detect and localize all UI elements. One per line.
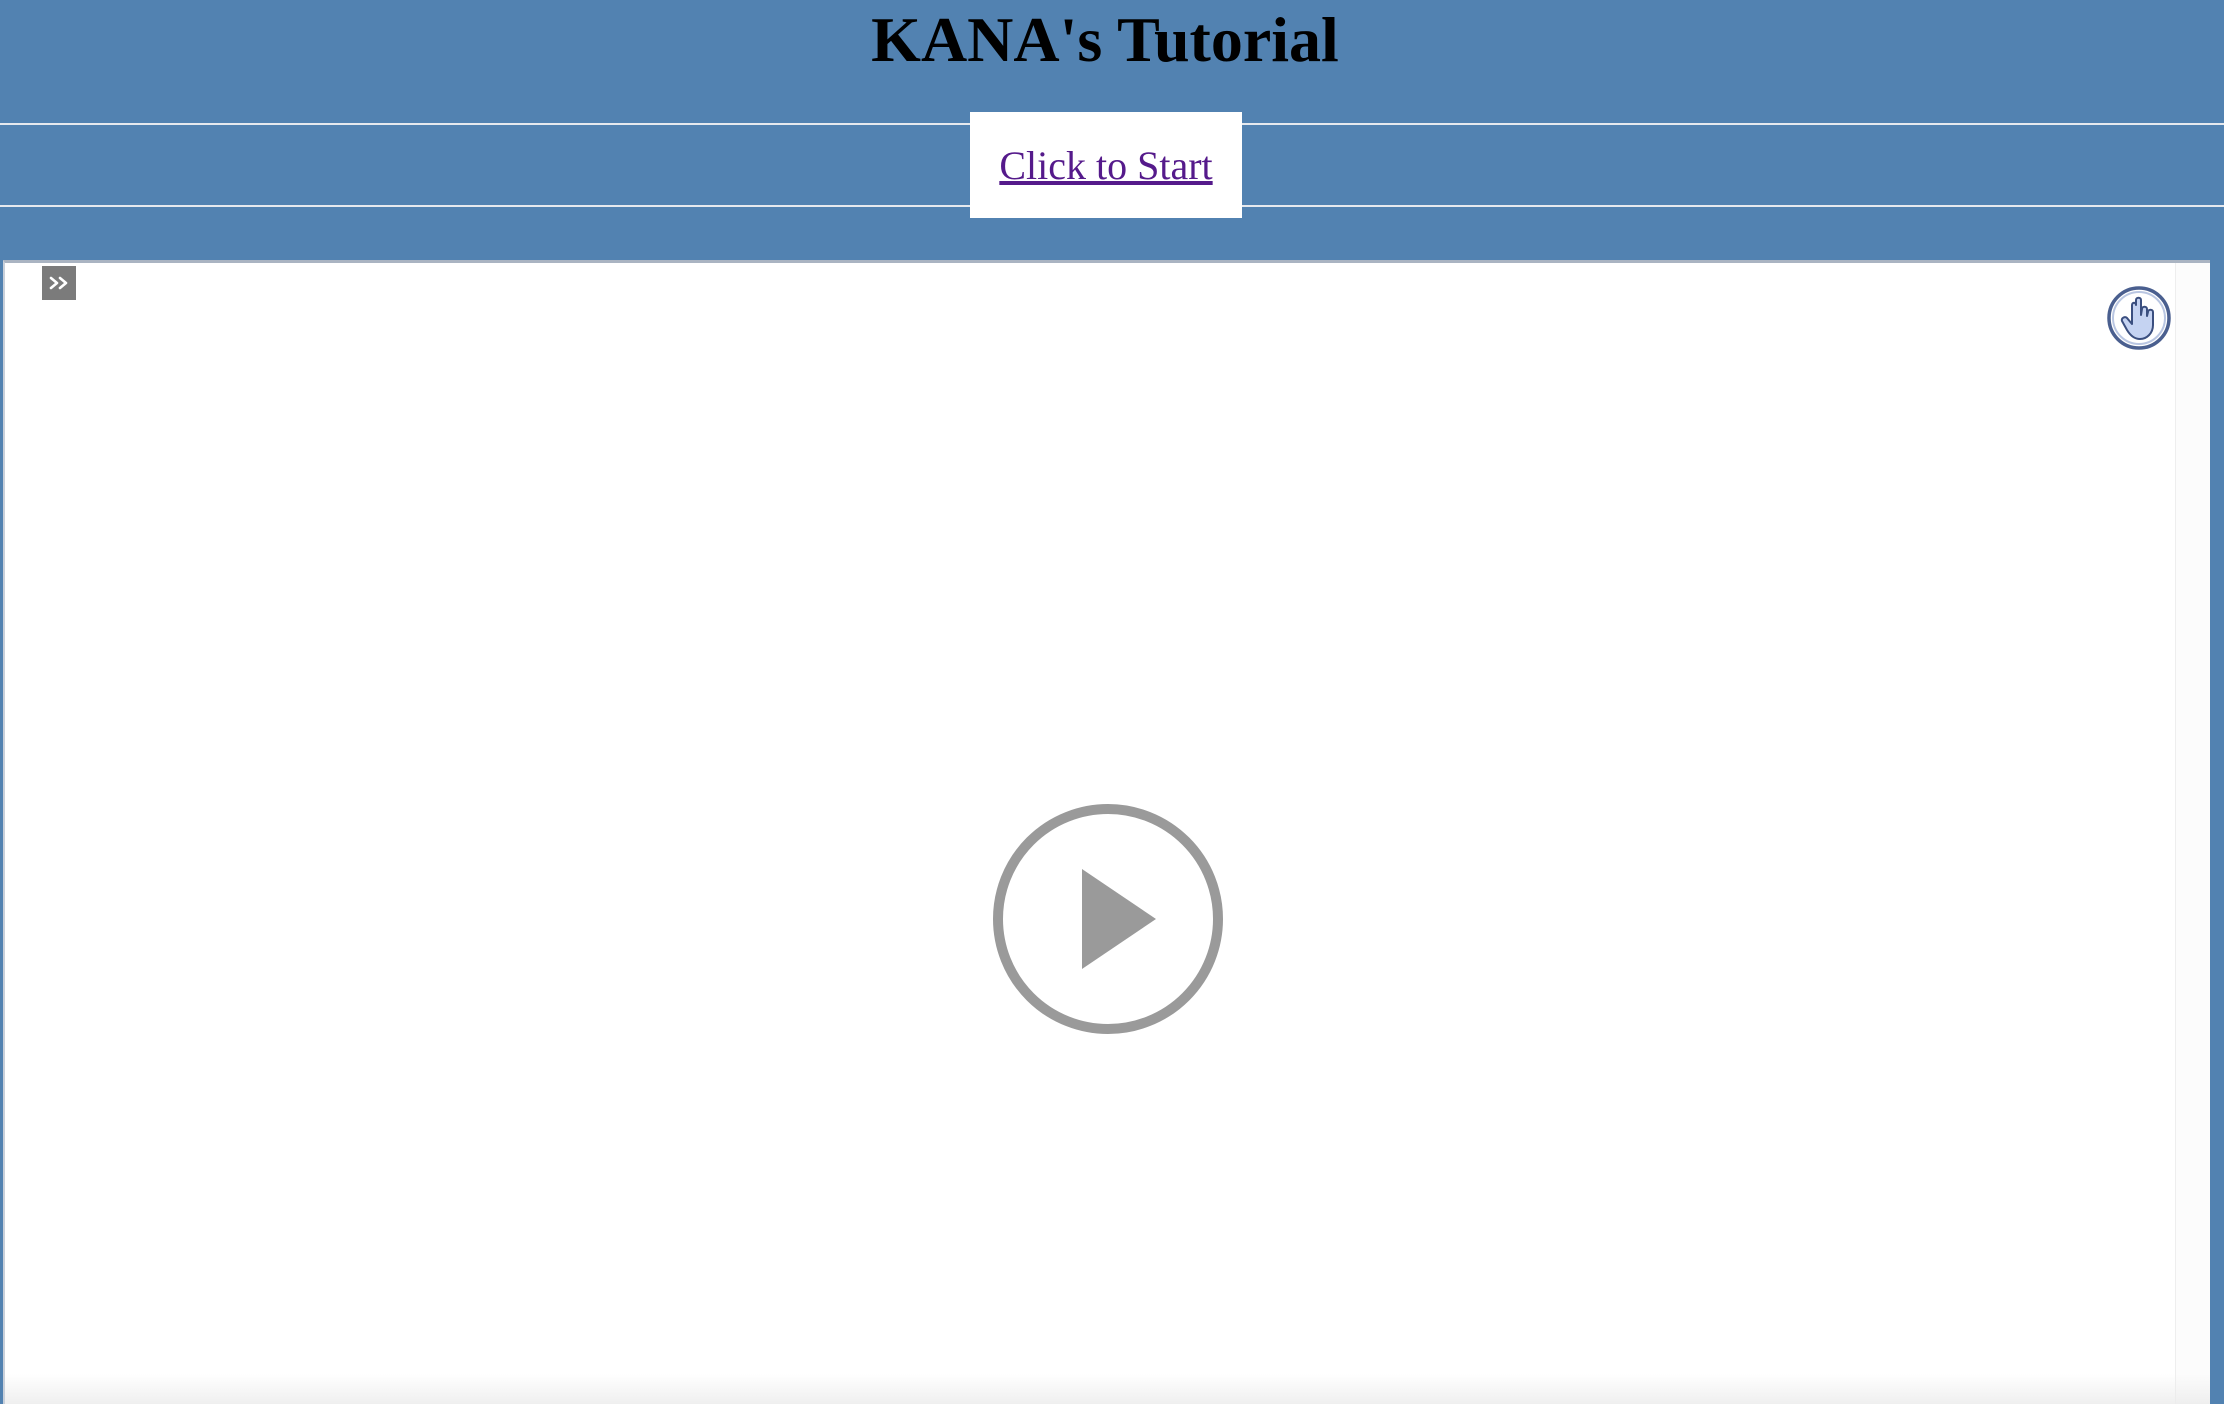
play-button[interactable] — [990, 801, 1226, 1037]
player-bottom-shade — [5, 1374, 2210, 1404]
play-circle-icon — [993, 804, 1223, 1034]
page-title: KANA's Tutorial — [871, 4, 1339, 75]
start-container: Click to Start — [970, 112, 1242, 218]
player-scroll-rail — [2175, 263, 2210, 1404]
pointing-hand-icon — [2107, 286, 2171, 350]
hand-button[interactable] — [2106, 285, 2172, 351]
page: KANA's Tutorial Click to Start — [0, 0, 2224, 1404]
double-chevron-right-icon — [49, 276, 68, 290]
tutorial-player[interactable] — [3, 260, 2210, 1404]
start-link[interactable]: Click to Start — [999, 142, 1212, 189]
skip-button[interactable] — [42, 266, 76, 300]
